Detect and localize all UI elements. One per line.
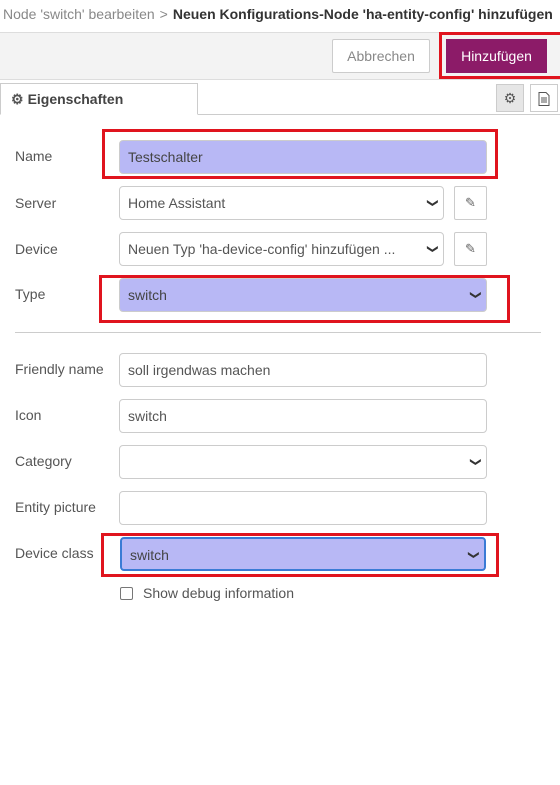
device-select[interactable]: Neuen Typ 'ha-device-config' hinzufügen … bbox=[119, 232, 444, 266]
tab-properties-label: Eigenschaften bbox=[27, 91, 124, 107]
name-input[interactable]: Testschalter bbox=[119, 140, 487, 174]
pencil-icon: ✎ bbox=[465, 241, 476, 256]
category-label: Category bbox=[15, 453, 72, 469]
add-button[interactable]: Hinzufügen bbox=[446, 39, 547, 73]
gear-icon: ⚙ bbox=[503, 90, 517, 106]
entity-picture-input[interactable] bbox=[119, 491, 487, 525]
document-icon bbox=[538, 90, 550, 107]
type-select-value: switch bbox=[128, 287, 167, 303]
section-divider bbox=[15, 332, 541, 333]
friendly-name-input[interactable]: soll irgendwas machen bbox=[119, 353, 487, 387]
device-select-value: Neuen Typ 'ha-device-config' hinzufügen … bbox=[128, 241, 396, 257]
edit-server-button[interactable]: ✎ bbox=[454, 186, 487, 220]
name-label: Name bbox=[15, 148, 53, 164]
breadcrumb: Node 'switch' bearbeiten > Neuen Konfigura… bbox=[0, 0, 560, 30]
type-label: Type bbox=[15, 286, 46, 302]
debug-checkbox-label: Show debug information bbox=[143, 585, 294, 601]
server-select[interactable]: Home Assistant ❯ bbox=[119, 186, 444, 220]
chevron-down-icon: ❯ bbox=[426, 244, 439, 254]
server-select-value: Home Assistant bbox=[128, 195, 226, 211]
type-select[interactable]: switch ❯ bbox=[119, 278, 487, 312]
cancel-button[interactable]: Abbrechen bbox=[332, 39, 430, 73]
breadcrumb-parent[interactable]: Node 'switch' bearbeiten bbox=[3, 6, 155, 22]
chevron-down-icon: ❯ bbox=[467, 550, 480, 560]
debug-checkbox[interactable] bbox=[120, 587, 133, 600]
device-class-select[interactable]: switch ❯ bbox=[120, 537, 486, 571]
edit-device-button[interactable]: ✎ bbox=[454, 232, 487, 266]
chevron-down-icon: ❯ bbox=[469, 290, 482, 300]
entity-picture-label: Entity picture bbox=[15, 499, 96, 515]
pencil-icon: ✎ bbox=[465, 195, 476, 210]
breadcrumb-current: Neuen Konfigurations-Node 'ha-entity-con… bbox=[172, 6, 553, 22]
description-tab-button[interactable] bbox=[530, 84, 558, 112]
tab-bar: ⚙ Eigenschaften ⚙ bbox=[0, 80, 560, 115]
chevron-down-icon: ❯ bbox=[469, 457, 482, 467]
tab-properties[interactable]: ⚙ Eigenschaften bbox=[0, 83, 198, 115]
dialog-toolbar: Abbrechen Hinzufügen bbox=[0, 32, 560, 80]
friendly-name-label: Friendly name bbox=[15, 361, 104, 377]
chevron-down-icon: ❯ bbox=[426, 198, 439, 208]
settings-tab-button[interactable]: ⚙ bbox=[496, 84, 524, 112]
device-class-select-value: switch bbox=[130, 547, 169, 563]
icon-label: Icon bbox=[15, 407, 42, 423]
icon-input[interactable]: switch bbox=[119, 399, 487, 433]
breadcrumb-separator: > bbox=[159, 6, 168, 22]
device-class-label: Device class bbox=[15, 545, 94, 561]
gear-icon: ⚙ bbox=[11, 91, 24, 107]
device-label: Device bbox=[15, 241, 58, 257]
category-select[interactable]: ❯ bbox=[119, 445, 487, 479]
server-label: Server bbox=[15, 195, 57, 211]
